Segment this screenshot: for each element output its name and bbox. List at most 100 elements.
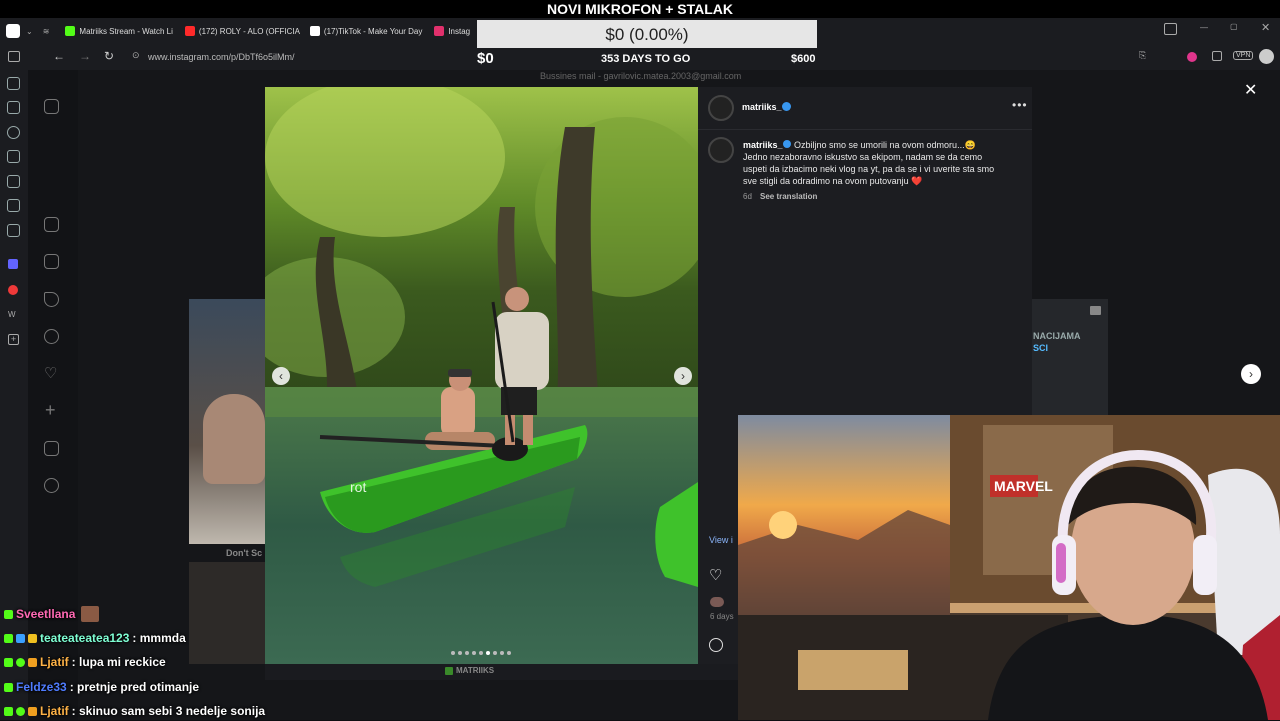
carousel-dot	[479, 651, 483, 655]
chat-line: Feldze33 : pretnje pred otimanje	[4, 677, 199, 697]
search-icon[interactable]	[44, 329, 59, 344]
threads-icon[interactable]	[44, 478, 59, 493]
webcam-scene: MARVEL	[738, 415, 1280, 720]
gift-badge-icon	[28, 657, 37, 667]
gift-badge-icon	[28, 706, 37, 716]
feed-card-face	[203, 394, 265, 484]
goal-row: $0 353 DAYS TO GO $600	[477, 50, 817, 68]
svg-text:MARVEL: MARVEL	[994, 478, 1053, 494]
kick-icon	[65, 26, 76, 36]
tiktok-icon	[309, 26, 320, 36]
feed-card-right-label-1: NACIJAMA	[1033, 331, 1081, 341]
video-icon	[1090, 306, 1101, 315]
vivaldi-social-icon[interactable]	[8, 285, 18, 295]
dashboard-icon[interactable]	[44, 441, 59, 456]
forward-icon[interactable]: →	[79, 49, 91, 63]
next-post-button[interactable]: ›	[1241, 364, 1261, 384]
close-modal-icon[interactable]: ✕	[1244, 80, 1257, 100]
tab-kick[interactable]: Matriiks Stream - Watch Li	[59, 20, 179, 42]
carousel-dot	[507, 651, 511, 655]
history-panel-icon[interactable]	[7, 126, 20, 139]
carousel-dots	[451, 651, 511, 655]
extension-icon[interactable]	[1187, 52, 1197, 62]
caption-verified-icon	[783, 140, 791, 148]
tab-youtube[interactable]: (172) ROLY - ALO (OFFICIA	[179, 20, 304, 42]
chat-line: Ljatif : skinuo sam sebi 3 nedelje sonij…	[4, 701, 265, 721]
carousel-dot	[472, 651, 476, 655]
feed-card-right-label-2: SCI	[1033, 343, 1049, 353]
feed-card-left-label: Don't Sc	[226, 548, 263, 558]
chat-line: teateateatea123 : mmmda	[4, 628, 186, 648]
chat-username[interactable]: Ljatif	[40, 655, 69, 669]
notes-panel-icon[interactable]	[7, 150, 20, 163]
photo-prev-button[interactable]: ‹	[272, 367, 290, 385]
mastodon-icon[interactable]	[8, 259, 18, 269]
url-field[interactable]: www.instagram.com/p/DbTf6o5ilMm/	[148, 52, 295, 62]
tab-instagram[interactable]: Instag	[428, 20, 476, 42]
carousel-dot	[500, 651, 504, 655]
author-username[interactable]: matriiks_	[742, 102, 782, 112]
tab-tiktok[interactable]: (17)TikTok - Make Your Day	[304, 20, 428, 42]
chat-username[interactable]: Ljatif	[40, 704, 69, 718]
wikipedia-icon[interactable]: W	[8, 310, 16, 319]
translate-panel-icon[interactable]	[7, 175, 20, 188]
subscriber-badge-icon	[16, 633, 25, 643]
caption-line-2: Jedno nezaboravno iskustvo sa ekipom, na…	[743, 152, 983, 162]
post-photo[interactable]: rot ‹ ›	[265, 87, 698, 664]
bottom-strip-label: MATRIIKS	[456, 666, 495, 675]
caption-username[interactable]: matriiks_	[743, 140, 783, 150]
more-options-icon[interactable]: •••	[1012, 98, 1028, 112]
reload-icon[interactable]: ↻	[104, 49, 114, 63]
carousel-dot	[458, 651, 462, 655]
goal-amount: $0 (0.00%)	[477, 20, 817, 48]
verified-badge-icon	[16, 657, 25, 667]
vpn-icon[interactable]: VPN	[1233, 51, 1254, 60]
chat-message: : pretnje pred otimanje	[69, 680, 200, 694]
create-icon[interactable]: +	[45, 400, 56, 421]
reading-list-panel-icon[interactable]	[7, 199, 20, 212]
window-panel-icon[interactable]	[7, 224, 20, 237]
tab-menu-icon[interactable]	[1164, 23, 1177, 35]
caption-line-1: Ozbiljno smo se umorili na ovom odmoru..…	[794, 140, 976, 150]
site-info-icon[interactable]: ⊙	[132, 50, 140, 61]
author-avatar[interactable]	[708, 95, 734, 121]
caption-avatar[interactable]	[708, 137, 734, 163]
carousel-dot-active	[486, 651, 490, 655]
vivaldi-menu-icon[interactable]	[6, 24, 20, 38]
bottom-strip: MATRIIKS	[265, 664, 738, 680]
tab-stack-icon[interactable]: ≋	[43, 27, 50, 36]
instagram-logo-icon[interactable]	[44, 99, 59, 114]
like-icon[interactable]: ♡	[709, 566, 722, 584]
goal-start: $0	[477, 50, 494, 67]
chevron-down-icon[interactable]: ⌄	[26, 27, 33, 36]
kick-badge-icon	[4, 657, 13, 667]
webcam-overlay: MARVEL	[738, 415, 1280, 720]
back-icon[interactable]: ←	[53, 49, 65, 63]
add-panel-icon[interactable]: +	[8, 334, 19, 345]
home-icon[interactable]	[44, 217, 59, 232]
downloads-panel-icon[interactable]	[7, 101, 20, 114]
chat-username[interactable]: Sveetllana	[16, 607, 75, 621]
messages-icon[interactable]	[44, 292, 59, 307]
chat-username[interactable]: teateateatea123	[40, 631, 129, 645]
reels-icon[interactable]	[44, 254, 59, 269]
notifications-icon[interactable]: ♡	[44, 364, 57, 382]
extension-2-icon[interactable]	[1212, 51, 1222, 61]
chat-username[interactable]: Feldze33	[16, 680, 67, 694]
minimize-icon[interactable]: —	[1200, 23, 1208, 32]
bookmarks-panel-icon[interactable]	[7, 77, 20, 90]
see-translation-link[interactable]: See translation	[760, 192, 817, 201]
panel-toggle-icon[interactable]	[8, 51, 20, 62]
view-link-partial[interactable]: View i	[709, 535, 733, 545]
bookmark-icon[interactable]: ⎘	[1139, 50, 1146, 61]
close-window-icon[interactable]: ✕	[1261, 21, 1270, 34]
chat-line: Ljatif : lupa mi reckice	[4, 652, 166, 672]
carousel-dot	[451, 651, 455, 655]
maximize-icon[interactable]: ▢	[1230, 22, 1238, 31]
instagram-icon	[434, 26, 445, 36]
profile-avatar[interactable]	[1259, 49, 1274, 64]
chat-line: Sveetllana	[4, 604, 100, 624]
crown-badge-icon	[28, 633, 37, 643]
photo-next-button[interactable]: ›	[674, 367, 692, 385]
emoji-icon[interactable]	[709, 638, 723, 652]
